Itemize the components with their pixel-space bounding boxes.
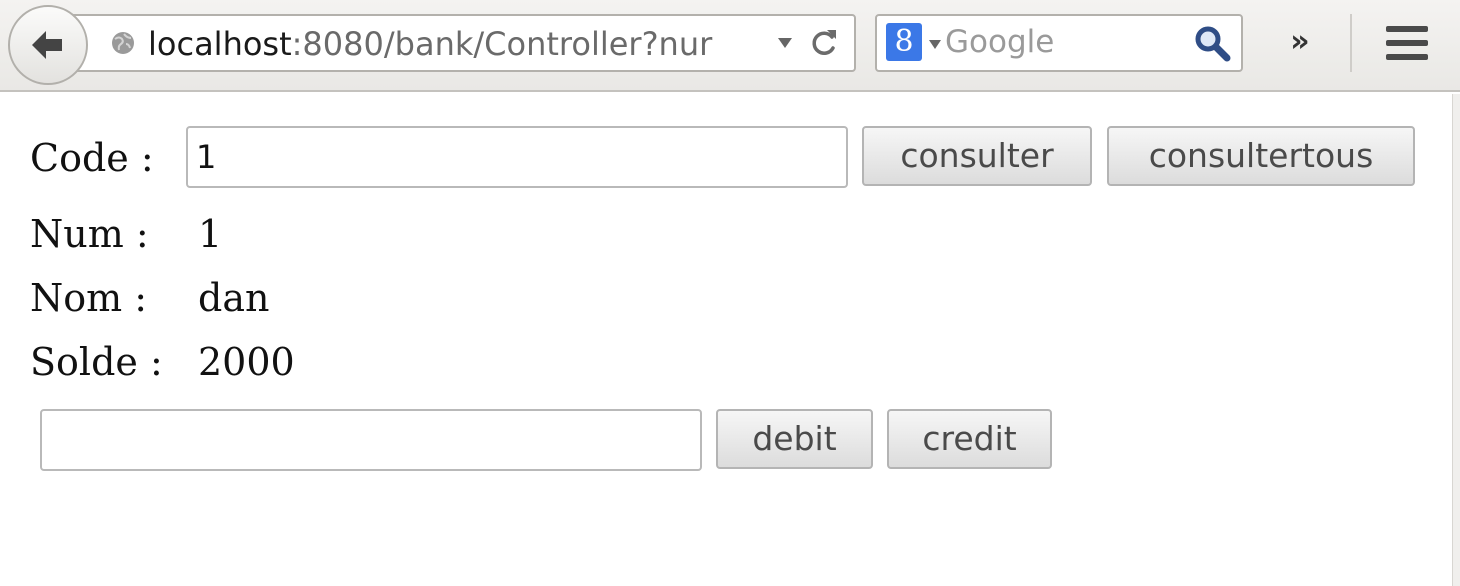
nom-label: Nom : bbox=[30, 276, 148, 320]
search-icon[interactable] bbox=[1193, 24, 1231, 62]
chevron-down-icon[interactable] bbox=[778, 38, 792, 48]
search-bar[interactable]: 8 bbox=[875, 14, 1243, 72]
num-label: Num : bbox=[30, 212, 149, 256]
consulter-button[interactable]: consulter bbox=[862, 126, 1092, 186]
url-bar[interactable]: localhost:8080/bank/Controller?nur bbox=[70, 14, 856, 72]
code-input[interactable] bbox=[186, 126, 848, 188]
reload-icon[interactable] bbox=[808, 26, 840, 60]
nom-value: dan bbox=[198, 276, 270, 320]
url-path: :8080/bank/Controller?nur bbox=[291, 26, 713, 62]
toolbar-separator bbox=[1350, 14, 1352, 72]
solde-value: 2000 bbox=[198, 340, 295, 384]
amount-input[interactable] bbox=[40, 409, 702, 471]
url-host: localhost bbox=[148, 26, 292, 62]
overflow-chevron-icon[interactable]: » bbox=[1280, 22, 1320, 62]
page-content: Code : consulter consultertous Num : 1 N… bbox=[0, 94, 1452, 586]
url-text[interactable]: localhost:8080/bank/Controller?nur bbox=[148, 26, 768, 62]
back-arrow-icon bbox=[32, 31, 62, 59]
consultertous-button[interactable]: consultertous bbox=[1107, 126, 1415, 186]
solde-label: Solde : bbox=[30, 340, 163, 384]
window-edge bbox=[1452, 94, 1460, 586]
num-value: 1 bbox=[198, 212, 223, 256]
code-label: Code : bbox=[30, 136, 154, 180]
engine-chevron-down-icon[interactable] bbox=[929, 40, 941, 49]
search-input[interactable] bbox=[945, 22, 1185, 62]
debit-button[interactable]: debit bbox=[716, 409, 873, 469]
globe-icon bbox=[112, 32, 134, 54]
browser-toolbar: localhost:8080/bank/Controller?nur 8 » bbox=[0, 0, 1460, 92]
google-engine-icon[interactable]: 8 bbox=[886, 23, 922, 61]
hamburger-menu-icon[interactable] bbox=[1386, 26, 1428, 60]
credit-button[interactable]: credit bbox=[887, 409, 1052, 469]
back-button[interactable] bbox=[8, 5, 88, 85]
